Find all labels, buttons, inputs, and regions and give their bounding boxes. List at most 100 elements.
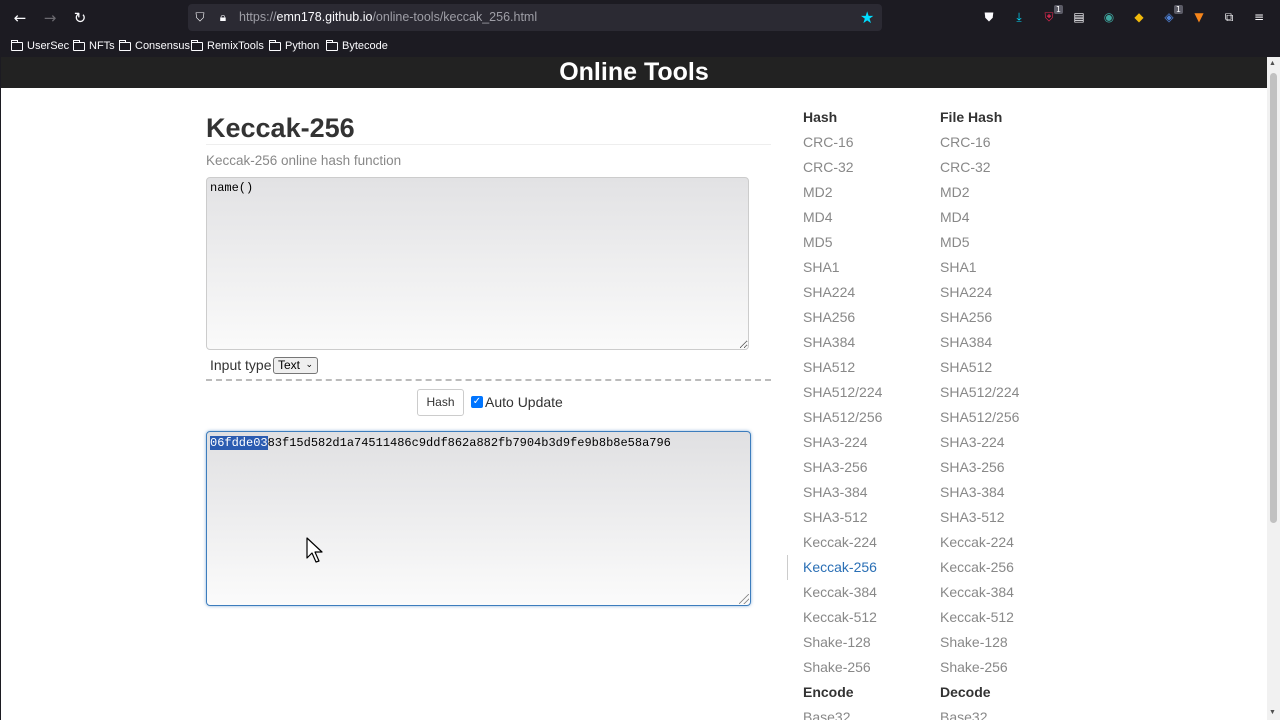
extensions-puzzle-icon[interactable]: ⧉ <box>1221 9 1237 25</box>
bookmark-folder[interactable]: Bytecode <box>326 39 388 53</box>
hash-link[interactable]: SHA512/224 <box>803 384 882 400</box>
downloads-icon[interactable]: ⤓ <box>1011 9 1027 25</box>
output-textarea[interactable]: 06fdde0383f15d582d1a74511486c9ddf862a882… <box>206 431 751 606</box>
bookmark-label: Python <box>285 40 320 52</box>
file-hash-link[interactable]: SHA3-256 <box>940 459 1005 475</box>
hash-link[interactable]: SHA384 <box>803 334 855 350</box>
shield-icon[interactable]: ⛉ <box>192 9 208 25</box>
file-hash-link[interactable]: SHA3-224 <box>940 434 1005 450</box>
hash-heading: Hash <box>803 109 838 125</box>
folder-icon <box>73 39 85 51</box>
file-hash-link[interactable]: SHA3-384 <box>940 484 1005 500</box>
file-hash-link[interactable]: SHA256 <box>940 309 992 325</box>
back-icon[interactable]: ← <box>10 8 30 28</box>
hash-link[interactable]: SHA256 <box>803 309 855 325</box>
file-hash-link[interactable]: SHA3-512 <box>940 509 1005 525</box>
bookmark-star-icon[interactable]: ★ <box>860 8 874 27</box>
bookmark-folder[interactable]: Python <box>269 39 319 53</box>
file-hash-link[interactable]: SHA512 <box>940 359 992 375</box>
scroll-thumb[interactable] <box>1270 73 1277 523</box>
auto-update-checkbox[interactable]: ✓ <box>471 396 483 408</box>
bookmark-folder[interactable]: NFTs <box>73 39 115 53</box>
file-hash-link[interactable]: SHA1 <box>940 259 977 275</box>
bookmark-folder[interactable]: RemixTools <box>191 39 264 53</box>
file-hash-link[interactable]: SHA384 <box>940 334 992 350</box>
hash-link[interactable]: SHA512 <box>803 359 855 375</box>
file-hash-link[interactable]: Shake-128 <box>940 634 1008 650</box>
hash-link[interactable]: Keccak-256 <box>803 559 877 575</box>
hash-link[interactable]: SHA512/256 <box>803 409 882 425</box>
active-indicator <box>787 555 788 580</box>
bookmark-label: NFTs <box>89 40 115 52</box>
file-hash-link[interactable]: Keccak-256 <box>940 559 1014 575</box>
chevron-down-icon: ⌄ <box>305 360 313 370</box>
file-hash-link[interactable]: MD4 <box>940 209 970 225</box>
hash-link[interactable]: SHA1 <box>803 259 840 275</box>
bookmark-folder[interactable]: Consensus <box>119 39 190 53</box>
extension-badge: 1 <box>1173 5 1183 14</box>
scroll-up-icon[interactable]: ▲ <box>1269 60 1276 67</box>
file-hash-link[interactable]: SHA224 <box>940 284 992 300</box>
hash-link[interactable]: MD2 <box>803 184 833 200</box>
file-hash-link[interactable]: MD2 <box>940 184 970 200</box>
extension-icon[interactable]: ◈ 1 <box>1161 5 1183 25</box>
file-hash-link[interactable]: SHA512/256 <box>940 409 1019 425</box>
site-title[interactable]: Online Tools <box>1 58 1267 87</box>
file-hash-link[interactable]: Keccak-224 <box>940 534 1014 550</box>
url-prefix: https:// <box>239 10 277 24</box>
input-textarea[interactable]: name() <box>206 177 749 350</box>
file-hash-link[interactable]: Shake-256 <box>940 659 1008 675</box>
file-hash-link[interactable]: CRC-16 <box>940 134 991 150</box>
input-type-label: Input type <box>210 357 272 373</box>
scroll-down-icon[interactable]: ▼ <box>1269 709 1276 716</box>
site-header: Online Tools <box>1 57 1267 88</box>
file-hash-link[interactable]: CRC-32 <box>940 159 991 175</box>
hash-link[interactable]: SHA3-256 <box>803 459 868 475</box>
file-hash-link[interactable]: Keccak-384 <box>940 584 1014 600</box>
mouse-cursor-icon <box>306 537 323 563</box>
resize-grip-icon[interactable] <box>739 594 749 604</box>
hash-link[interactable]: Keccak-224 <box>803 534 877 550</box>
url-bar[interactable]: ⛉ 🔒︎ https://emn178.github.io/online-too… <box>188 4 882 31</box>
hash-link[interactable]: CRC-32 <box>803 159 854 175</box>
hash-link[interactable]: SHA3-384 <box>803 484 868 500</box>
output-remaining-text: 83f15d582d1a74511486c9ddf862a882fb7904b3… <box>267 436 671 450</box>
hash-link[interactable]: MD4 <box>803 209 833 225</box>
hash-link[interactable]: Shake-256 <box>803 659 871 675</box>
hash-link[interactable]: SHA224 <box>803 284 855 300</box>
hash-link[interactable]: CRC-16 <box>803 134 854 150</box>
menu-icon[interactable]: ≡ <box>1251 9 1267 25</box>
pocket-icon[interactable]: ⛊ <box>981 9 997 25</box>
encode-heading: Encode <box>803 684 854 700</box>
lock-icon[interactable]: 🔒︎ <box>215 9 231 25</box>
page-scrollbar[interactable]: ▲ ▼ <box>1267 57 1280 720</box>
metamask-icon[interactable]: ▼ <box>1191 9 1207 25</box>
output-selected-text: 06fdde03 <box>210 436 268 450</box>
input-type-select[interactable]: Text ⌄ <box>273 357 318 374</box>
hash-link[interactable]: SHA3-512 <box>803 509 868 525</box>
bookmark-label: UserSec <box>27 40 70 52</box>
extension-icon[interactable]: ◆ <box>1131 9 1147 25</box>
page-viewport: Online Tools Keccak-256 Keccak-256 onlin… <box>1 57 1267 720</box>
hash-button[interactable]: Hash <box>417 389 464 416</box>
output-text[interactable]: 06fdde0383f15d582d1a74511486c9ddf862a882… <box>210 436 671 450</box>
hash-link[interactable]: SHA3-224 <box>803 434 868 450</box>
forward-icon[interactable]: → <box>40 8 60 28</box>
hash-link[interactable]: MD5 <box>803 234 833 250</box>
hash-link[interactable]: Keccak-384 <box>803 584 877 600</box>
file-hash-link[interactable]: SHA512/224 <box>940 384 1019 400</box>
extension-icon[interactable]: ◉ <box>1101 9 1117 25</box>
decode-link[interactable]: Base32 <box>940 709 987 720</box>
file-hash-link[interactable]: Keccak-512 <box>940 609 1014 625</box>
bookmark-label: Consensus <box>135 40 191 52</box>
file-hash-link[interactable]: MD5 <box>940 234 970 250</box>
ublock-icon[interactable]: ⛨ 1 <box>1041 5 1063 25</box>
reload-icon[interactable]: ↻ <box>70 8 90 28</box>
hash-link[interactable]: Shake-128 <box>803 634 871 650</box>
hash-link[interactable]: Keccak-512 <box>803 609 877 625</box>
extension-icon[interactable]: ▤ <box>1071 9 1087 25</box>
url-text[interactable]: https://emn178.github.io/online-tools/ke… <box>239 10 537 24</box>
encode-link[interactable]: Base32 <box>803 709 850 720</box>
auto-update-label[interactable]: Auto Update <box>485 394 563 410</box>
bookmark-folder[interactable]: UserSec <box>11 39 69 53</box>
